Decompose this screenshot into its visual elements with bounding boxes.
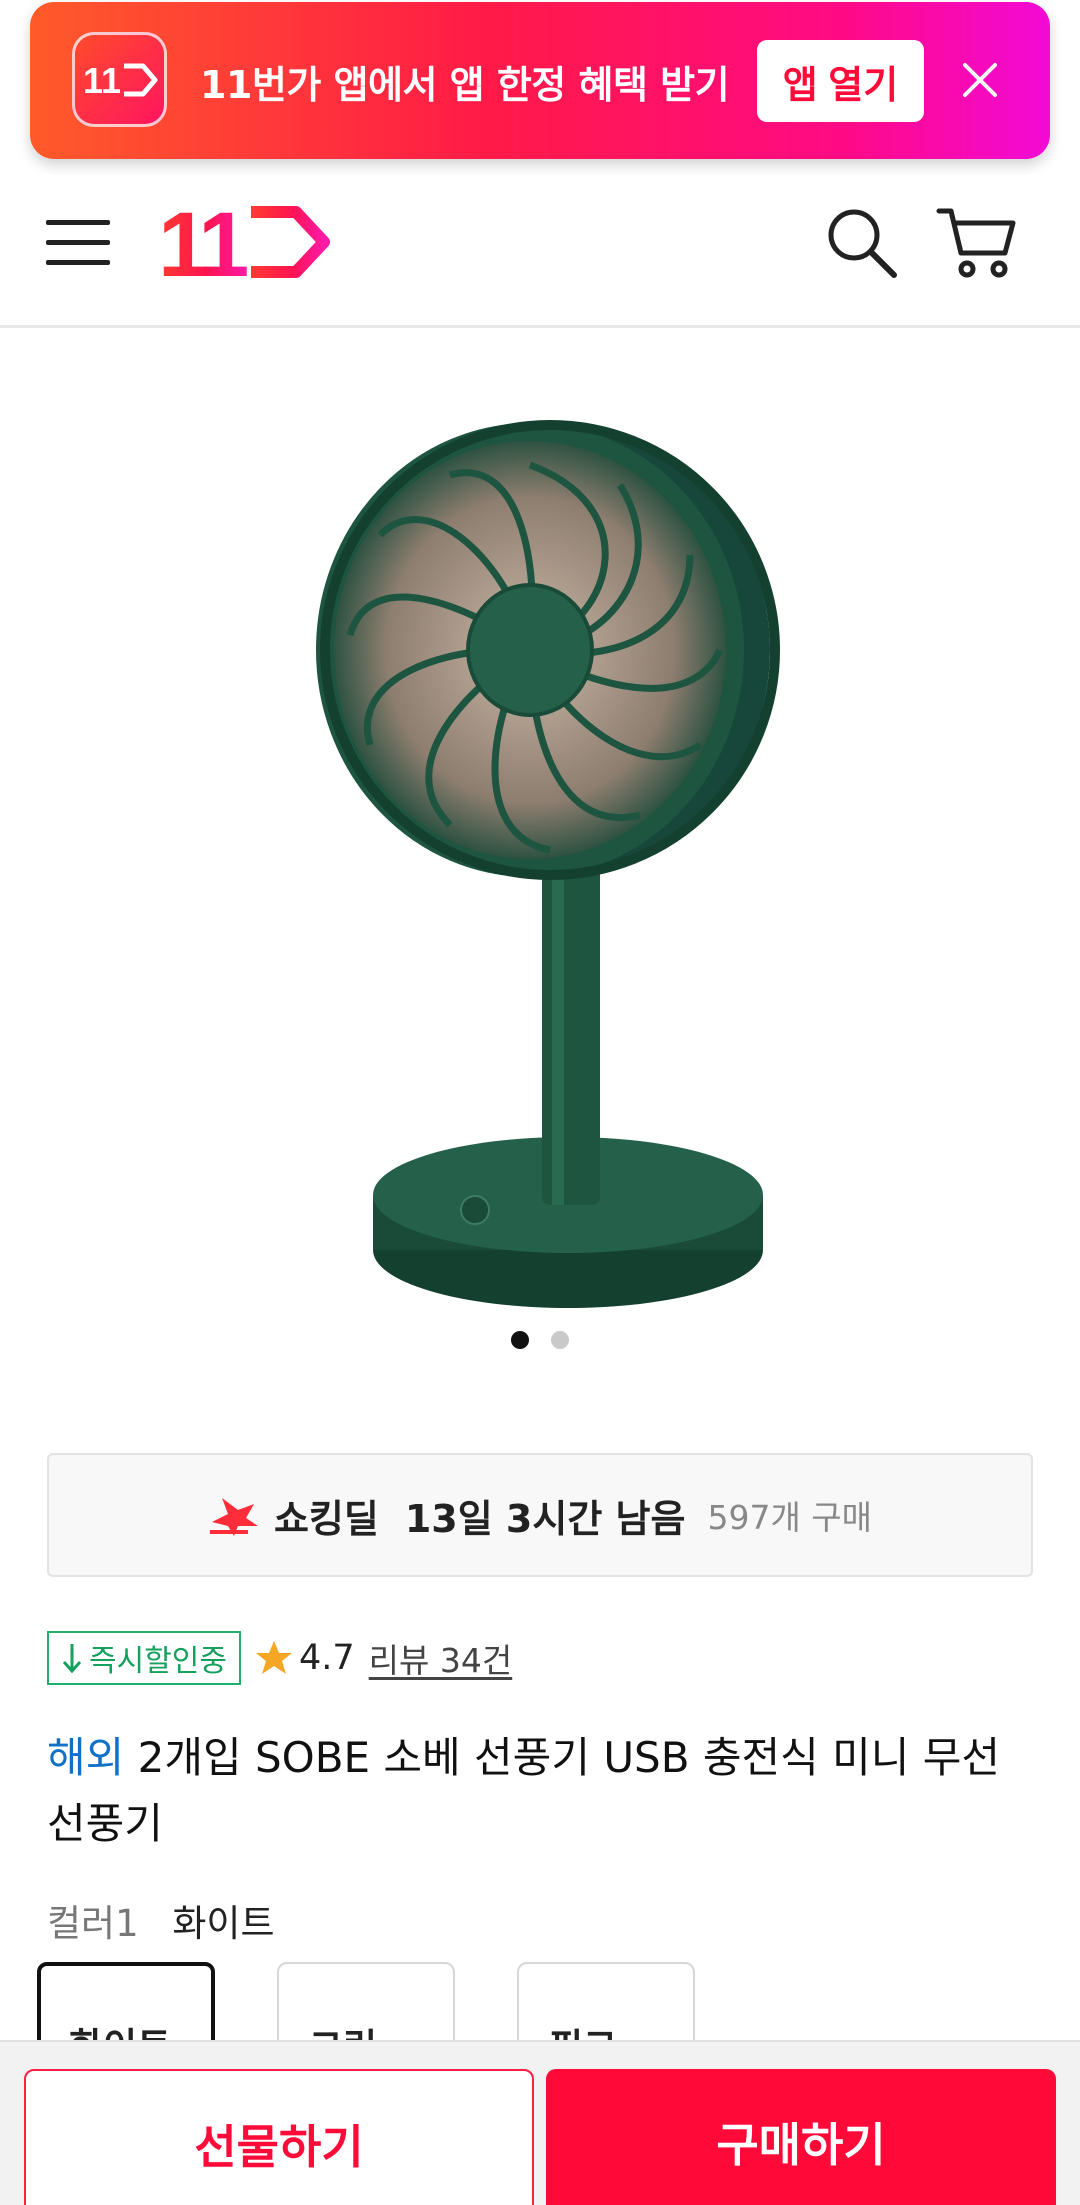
pagination-dot[interactable]: [511, 1331, 529, 1349]
search-icon[interactable]: [822, 203, 902, 283]
buy-button[interactable]: 구매하기: [546, 2069, 1056, 2205]
overseas-tag: 해외: [47, 1733, 125, 1782]
pagination-dot[interactable]: [551, 1331, 569, 1349]
shocking-deal-icon: [209, 1498, 258, 1536]
gallery-pagination: [0, 1331, 1080, 1351]
option-label: 컬러1: [47, 1902, 139, 1945]
banner-message: 11번가 앱에서 앱 한정 혜택 받기: [200, 63, 730, 107]
discount-badge: 즉시할인중: [47, 1630, 241, 1685]
discount-badge-label: 즉시할인중: [89, 1643, 227, 1679]
svg-text:11: 11: [83, 60, 121, 100]
product-title-text: 2개입 SOBE 소베 선풍기 USB 충전식 미니 무선선풍기: [47, 1733, 1001, 1848]
star-icon: [256, 1640, 292, 1674]
rating-value: 4.7: [299, 1637, 355, 1678]
deal-time-left: 13일 3시간 남음: [404, 1496, 686, 1541]
shocking-deal-box: 쇼킹딜 13일 3시간 남음 597개 구매: [47, 1453, 1033, 1577]
option-header: 컬러1 화이트: [47, 1893, 275, 1947]
menu-icon[interactable]: [46, 210, 110, 274]
app-install-banner[interactable]: 11 11번가 앱에서 앱 한정 혜택 받기 앱 열기: [30, 2, 1050, 159]
deal-title: 쇼킹딜: [273, 1496, 379, 1541]
site-header: 11: [0, 175, 1080, 328]
gift-button[interactable]: 선물하기: [24, 2069, 534, 2205]
purchase-bar: 선물하기 구매하기: [0, 2040, 1080, 2205]
close-icon[interactable]: [954, 54, 1006, 106]
product-badges: 즉시할인중 4.7 리뷰 34건: [47, 1630, 512, 1685]
review-count-link[interactable]: 리뷰 34건: [369, 1634, 513, 1682]
option-selected-value: 화이트: [172, 1902, 275, 1945]
product-detail-page: 11 11번가 앱에서 앱 한정 혜택 받기 앱 열기 11 쇼킹딜 13일 3…: [0, 0, 1080, 2205]
product-title: 해외 2개입 SOBE 소베 선풍기 USB 충전식 미니 무선선풍기: [47, 1725, 1037, 1857]
site-logo[interactable]: 11: [158, 194, 333, 296]
product-image[interactable]: [290, 395, 790, 1325]
cart-icon[interactable]: [935, 201, 1017, 283]
app-logo-icon: 11: [72, 32, 167, 127]
svg-text:11: 11: [158, 200, 247, 285]
arrow-down-icon: [62, 1643, 82, 1673]
deal-sold-count: 597개 구매: [707, 1498, 873, 1537]
open-app-button[interactable]: 앱 열기: [757, 40, 924, 122]
